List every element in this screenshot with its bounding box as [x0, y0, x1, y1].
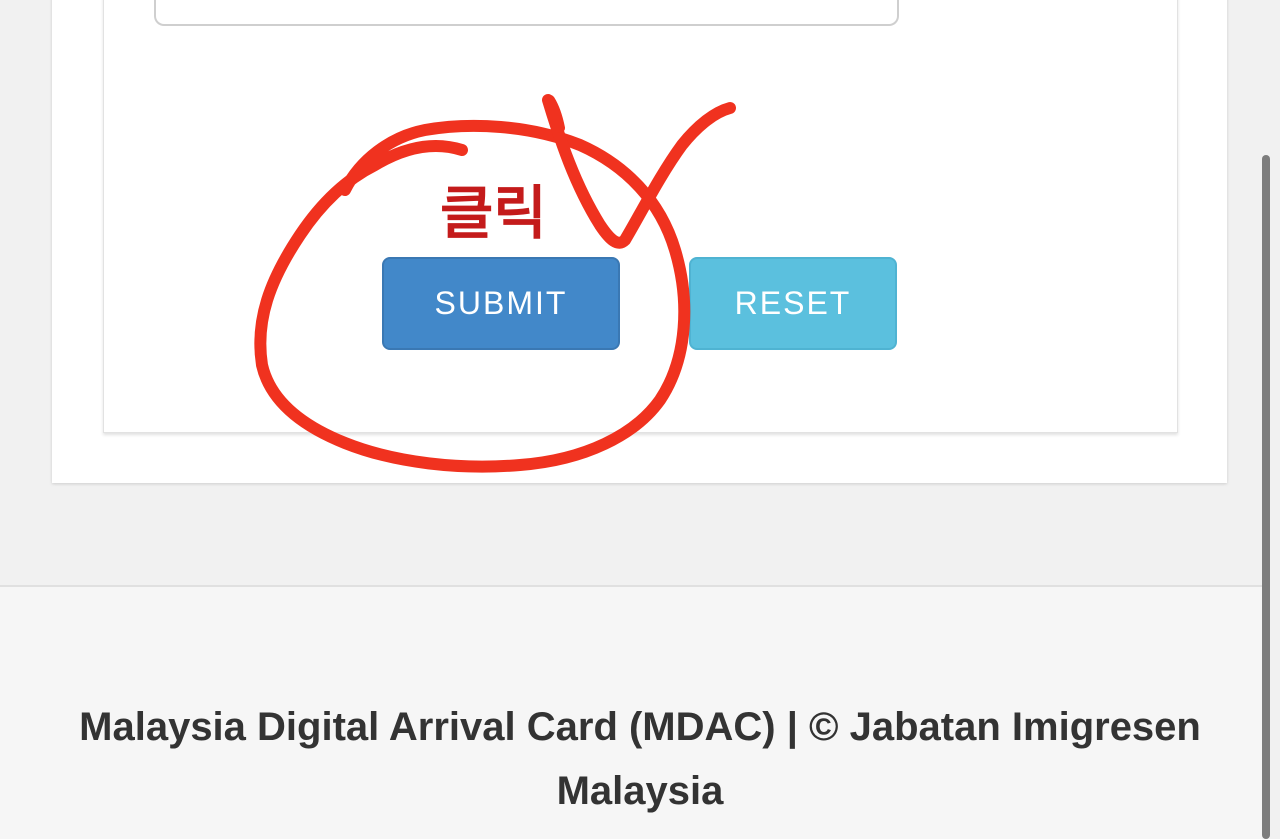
scrollbar-thumb[interactable]: [1262, 155, 1270, 839]
reset-button[interactable]: RESET: [689, 257, 897, 350]
submit-button-label: SUBMIT: [434, 285, 568, 321]
annotation-click-text: 클릭: [440, 179, 547, 247]
form-card: [103, 0, 1178, 433]
footer: Malaysia Digital Arrival Card (MDAC) | ©…: [0, 585, 1262, 839]
text-field[interactable]: [154, 0, 899, 26]
page: SUBMIT RESET 클릭 Malaysia Digital Arrival…: [0, 0, 1280, 839]
footer-copyright: Malaysia Digital Arrival Card (MDAC) | ©…: [79, 705, 1201, 813]
reset-button-label: RESET: [734, 285, 852, 321]
submit-button[interactable]: SUBMIT: [382, 257, 620, 350]
